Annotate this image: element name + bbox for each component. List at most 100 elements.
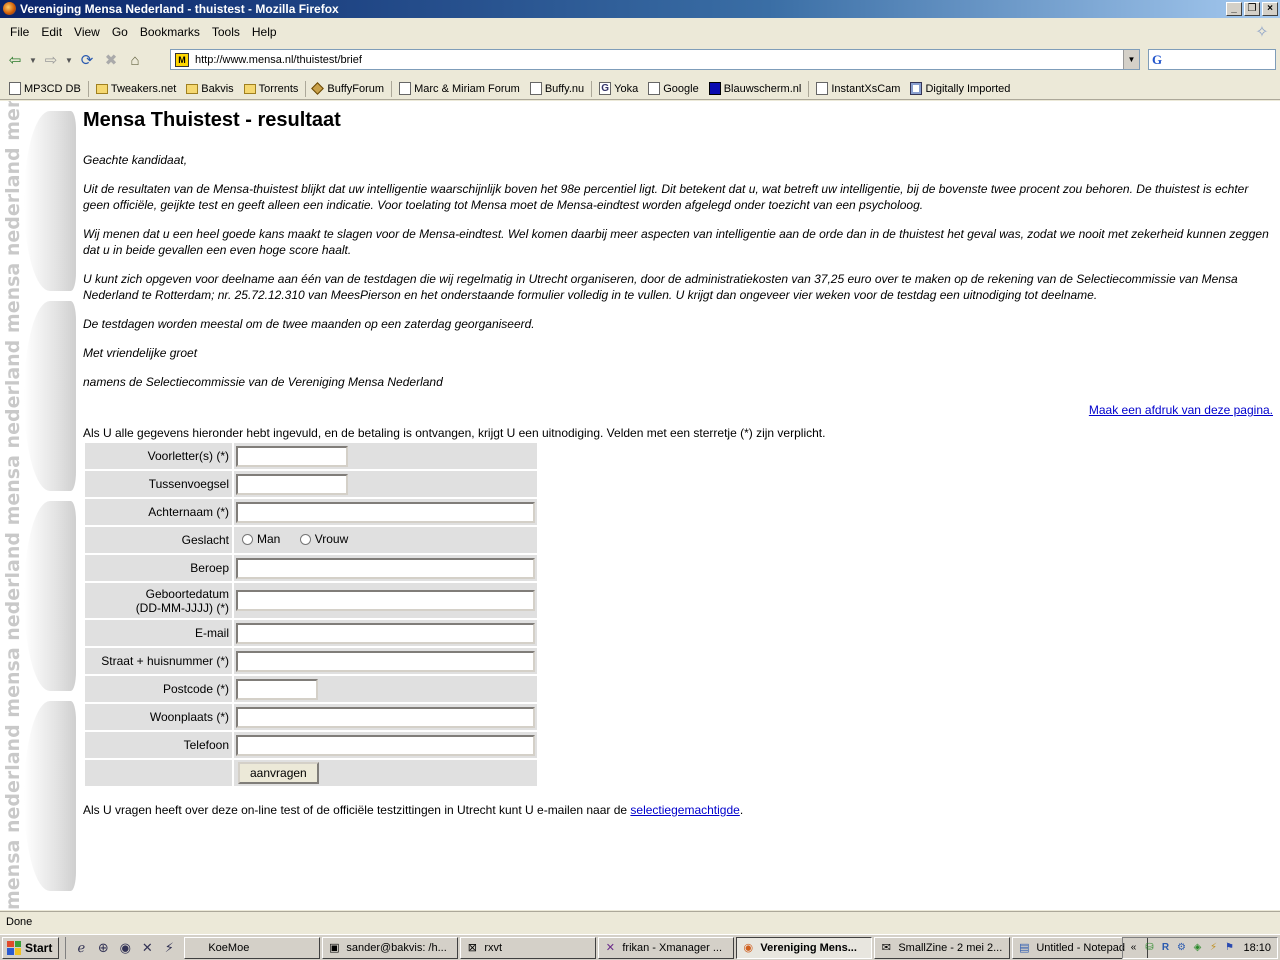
bookmark-mp3cd-db[interactable]: MP3CD DB [4,82,86,95]
bookmark-tweakers[interactable]: Tweakers.net [91,83,181,95]
bookmark-digitally-imported[interactable]: Digitally Imported [905,82,1015,95]
face-silhouette [24,111,76,291]
back-icon[interactable]: ⇦ [4,49,26,71]
bookmark-google[interactable]: Google [643,82,703,95]
restore-button[interactable]: ❐ [1244,2,1260,16]
rss-icon[interactable]: R [1158,941,1172,955]
bookmark-marc-miriam-forum[interactable]: Marc & Miriam Forum [394,82,525,95]
straat-label: Straat + huisnummer (*) [85,648,232,674]
close-button[interactable]: × [1262,2,1278,16]
gender-vrouw-radio[interactable] [299,533,311,545]
bookmark-label: MP3CD DB [24,82,81,95]
flag-icon[interactable]: ⚑ [1222,941,1236,955]
geboortedatum-label-line1: Geboortedatum [145,586,229,601]
field-cell: aanvragen [234,760,537,786]
field-cell [234,676,537,702]
task-label: Untitled - Notepad [1036,941,1126,954]
form-row: Tussenvoegsel [85,471,537,497]
email-label: E-mail [85,620,232,646]
aanvragen-button[interactable]: aanvragen [238,762,319,784]
xmanager-icon[interactable]: ✕ [138,940,156,956]
home-icon[interactable]: ⌂ [124,49,146,71]
bookmark-label: Digitally Imported [925,82,1011,95]
gender-man-option[interactable]: Man [236,532,280,546]
task-firefox-mensa[interactable]: ◉ Vereniging Mens... [736,936,873,959]
bookmark-label: InstantXsCam [831,82,901,95]
forward-icon[interactable]: ⇨ [40,49,62,71]
url-dropdown-icon[interactable]: ▼ [1123,50,1139,69]
tussenvoegsel-input[interactable] [236,473,348,495]
bookmark-instantxscam[interactable]: InstantXsCam [811,82,905,95]
menu-help[interactable]: Help [246,25,283,39]
start-button[interactable]: Start [2,936,60,959]
stop-icon[interactable]: ✖ [100,49,122,71]
gender-man-radio[interactable] [242,533,253,545]
telefoon-input[interactable] [236,734,535,756]
site-favicon-icon: M [175,52,189,67]
face-silhouette [24,501,76,691]
clock: 18:10 [1243,942,1271,954]
page-content[interactable]: mensa nederland mensa nederland mensa ne… [0,101,1280,910]
bookmark-bakvis[interactable]: Bakvis [181,83,238,95]
bookmark-torrents[interactable]: Torrents [239,83,304,95]
x-window-icon: ⊠ [467,941,477,954]
putty-tray-icon[interactable]: ⚡ [1206,941,1220,955]
address-bar[interactable]: M ▼ [170,49,1140,70]
firefox-quick-icon[interactable]: ◉ [116,940,134,956]
globe-icon[interactable]: ⊕ [94,940,112,956]
bookmark-buffy-nu[interactable]: Buffy.nu [525,82,589,95]
task-smallzine[interactable]: ✉ SmallZine - 2 mei 2... [874,936,1011,959]
task-label: KoeMoe [208,941,250,954]
straat-input[interactable] [236,650,535,672]
beroep-input[interactable] [236,557,535,579]
postcode-input[interactable] [236,678,318,700]
gear-icon[interactable]: ⚙ [1174,941,1188,955]
windows-logo-icon [7,940,21,955]
window-titlebar: Vereniging Mensa Nederland - thuistest -… [0,0,1280,18]
google-search-icon[interactable]: G [1152,52,1168,68]
bookmark-separator [391,80,393,97]
gender-man-label: Man [257,532,281,547]
side-banner-text: mensa nederland mensa nederland mensa ne… [3,101,23,910]
task-rxvt[interactable]: ⊠ rxvt [460,936,597,959]
menu-view[interactable]: View [68,25,106,39]
selectiegemachtigde-link[interactable]: selectiegemachtigde [630,803,739,817]
bookmark-label: Bakvis [201,82,234,95]
bookmark-buffyforum[interactable]: BuffyForum [308,82,389,95]
menu-bookmarks[interactable]: Bookmarks [134,25,206,39]
menu-tools[interactable]: Tools [206,25,246,39]
menu-go[interactable]: Go [106,25,134,39]
bookmark-blauwscherm[interactable]: Blauwscherm.nl [704,82,807,95]
network-icon[interactable]: ⛁ [1142,941,1156,955]
shield-icon[interactable]: ◈ [1190,941,1204,955]
bookmarks-toolbar: MP3CD DB Tweakers.net Bakvis Torrents Bu… [0,78,1280,100]
minimize-button[interactable]: _ [1226,2,1242,16]
url-input[interactable] [195,53,1123,66]
gender-vrouw-option[interactable]: Vrouw [294,532,348,546]
back-dropdown-icon[interactable]: ▼ [28,49,38,71]
email-input[interactable] [236,622,535,644]
form-row: Geboortedatum (DD-MM-JJJJ) (*) [85,583,537,618]
voorletters-input[interactable] [236,445,348,467]
task-koemoe[interactable]: KoeMoe [184,936,321,959]
search-box[interactable]: G [1148,49,1276,70]
task-frikan-xmanager[interactable]: ✕ frikan - Xmanager ... [598,936,735,959]
voorletters-label: Voorletter(s) (*) [85,443,232,469]
geboortedatum-input[interactable] [236,590,535,611]
menu-file[interactable]: File [4,25,35,39]
putty-icon[interactable]: ⚡ [160,940,178,956]
page-title: Mensa Thuistest - resultaat [83,109,341,131]
search-input[interactable] [1168,53,1268,66]
field-cell [234,555,537,581]
menu-edit[interactable]: Edit [35,25,68,39]
print-page-link[interactable]: Maak een afdruk van deze pagina. [1089,403,1273,417]
bookmark-yoka[interactable]: G Yoka [594,82,643,95]
task-sander-terminal[interactable]: ▣ sander@bakvis: /h... [322,936,459,959]
forward-dropdown-icon[interactable]: ▼ [64,49,74,71]
woonplaats-label: Woonplaats (*) [85,704,232,730]
achternaam-input[interactable] [236,501,535,523]
tray-expand-icon[interactable]: « [1126,941,1140,955]
ie-icon[interactable]: ℯ [72,940,90,956]
woonplaats-input[interactable] [236,706,535,728]
reload-icon[interactable]: ⟳ [76,49,98,71]
